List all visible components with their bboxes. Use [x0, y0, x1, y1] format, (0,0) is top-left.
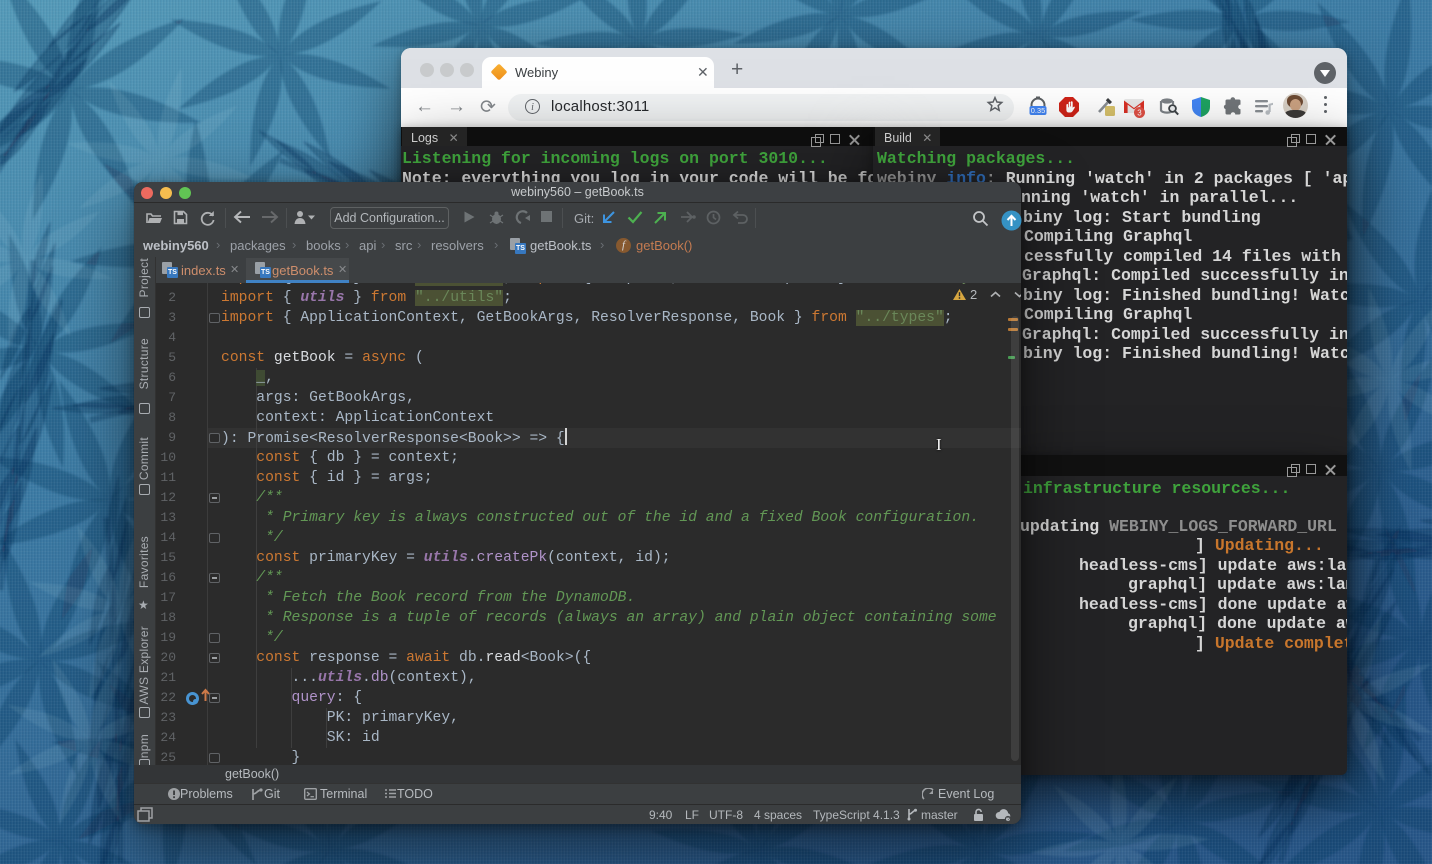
svg-text:3: 3: [1137, 108, 1142, 117]
svg-text:0.35: 0.35: [1031, 106, 1045, 115]
svg-text:?: ?: [1006, 816, 1010, 822]
